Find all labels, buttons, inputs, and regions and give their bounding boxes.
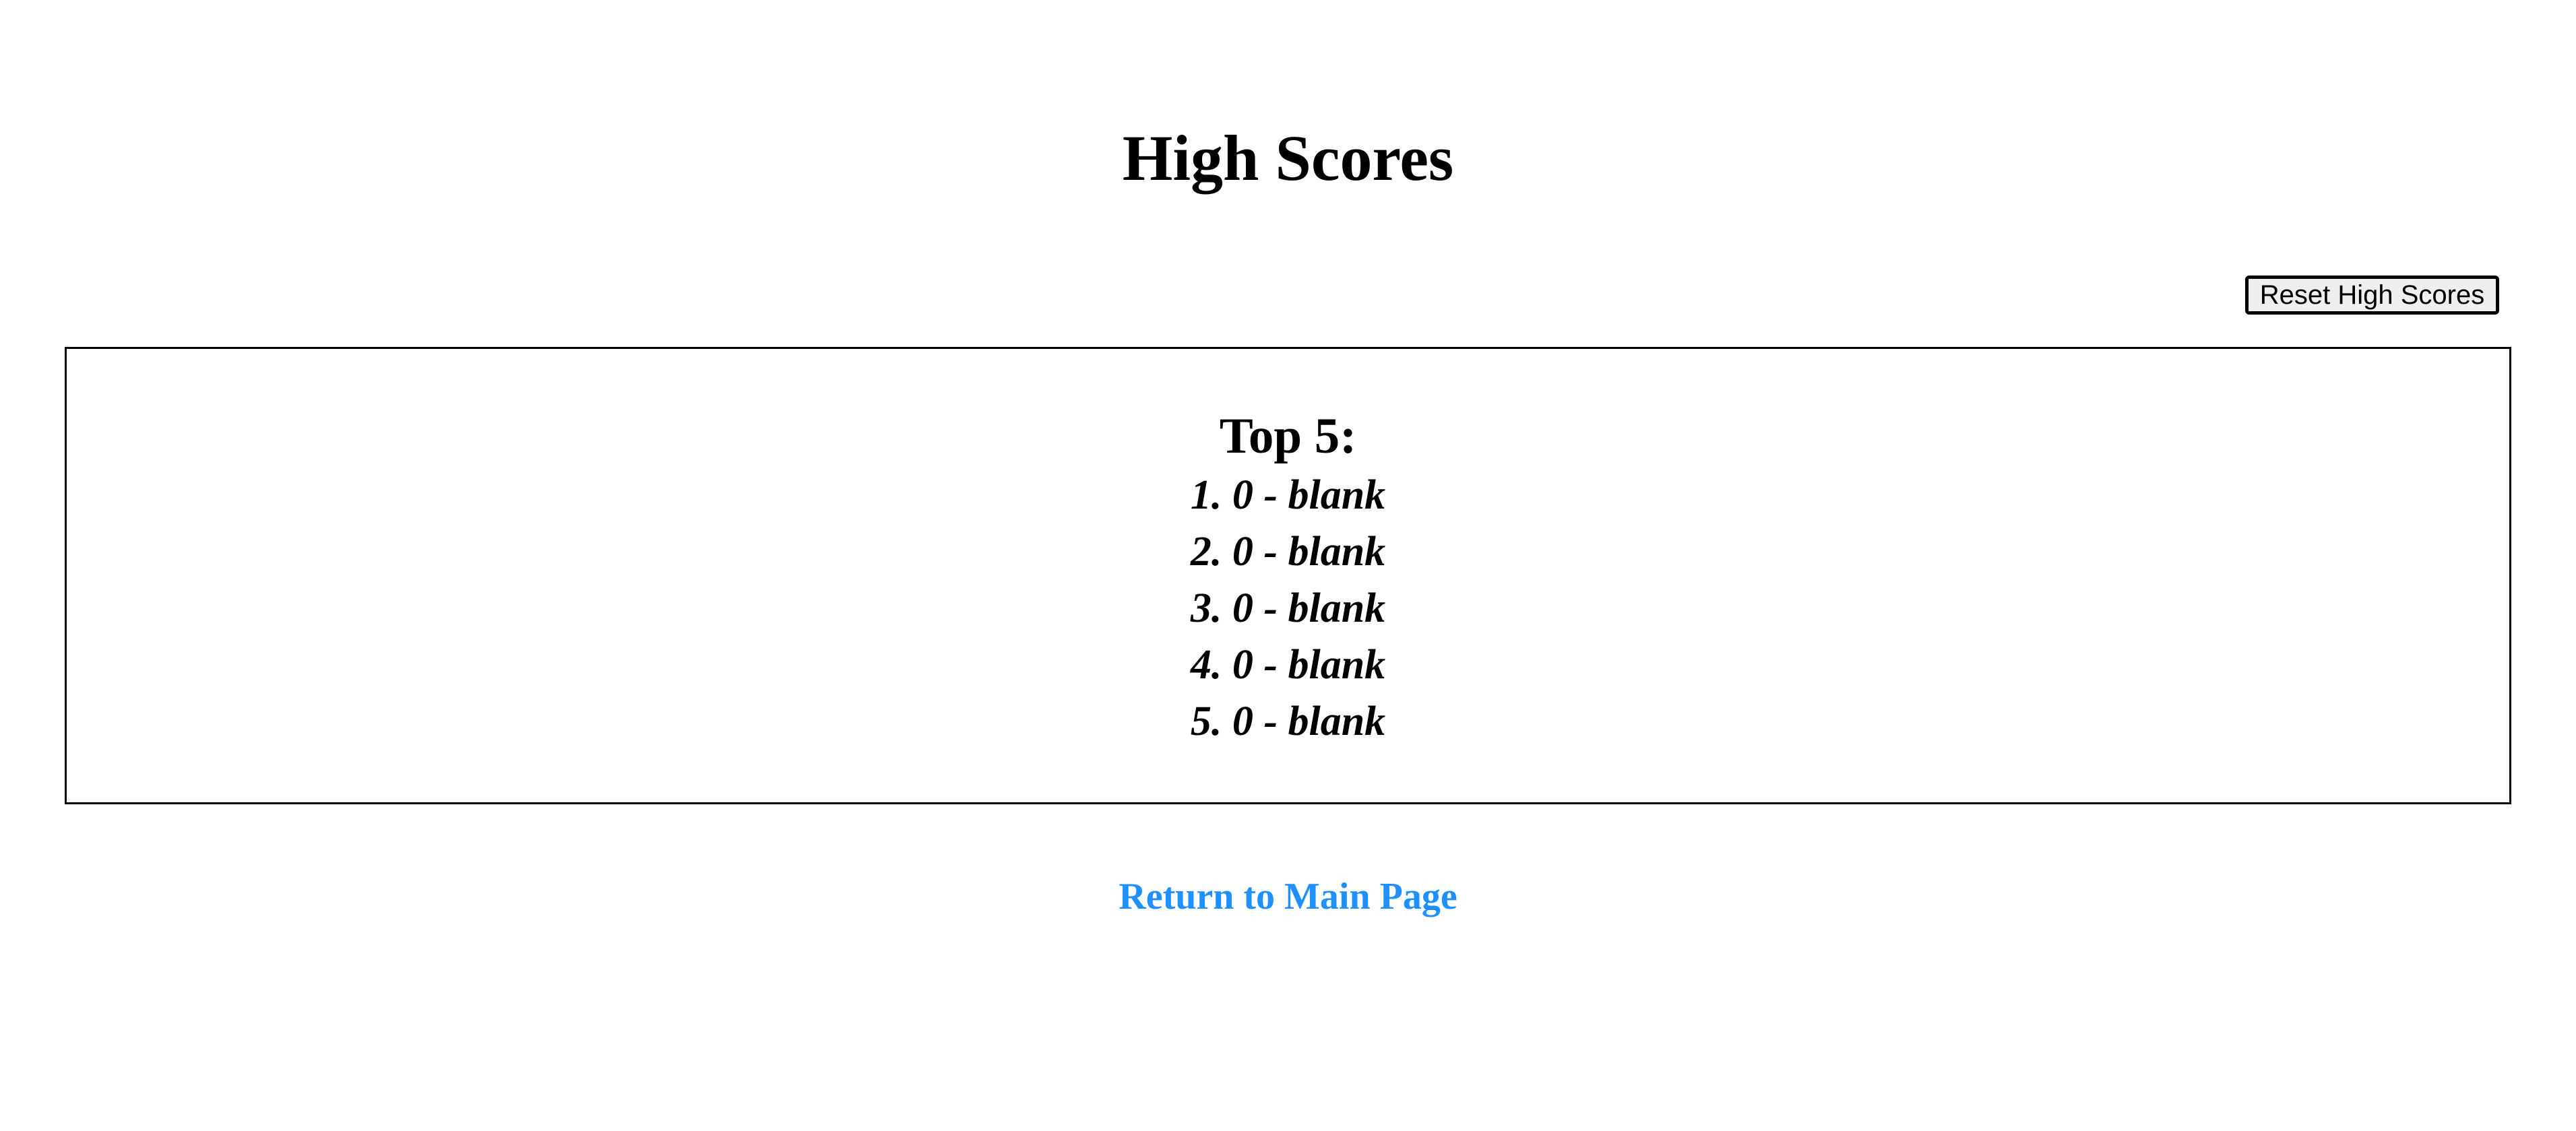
- score-entry-2: 2. 0 - blank: [67, 523, 2509, 580]
- score-rank: 1.: [1190, 472, 1222, 518]
- score-value: 0: [1232, 472, 1253, 518]
- score-separator: -: [1263, 472, 1278, 518]
- return-to-main-page-link[interactable]: Return to Main Page: [1119, 876, 1457, 917]
- score-separator: -: [1263, 585, 1278, 631]
- score-rank: 2.: [1190, 529, 1222, 575]
- return-link-container: Return to Main Page: [0, 872, 2576, 921]
- score-separator: -: [1263, 642, 1278, 688]
- score-value: 0: [1232, 585, 1253, 631]
- score-entry-3: 3. 0 - blank: [67, 580, 2509, 637]
- score-separator: -: [1263, 699, 1278, 744]
- score-entry-4: 4. 0 - blank: [67, 637, 2509, 693]
- page-title: High Scores: [1122, 122, 1454, 194]
- scores-panel: Top 5: 1. 0 - blank 2. 0 - blank 3. 0 - …: [65, 347, 2511, 804]
- scores-list: 1. 0 - blank 2. 0 - blank 3. 0 - blank 4…: [67, 467, 2509, 750]
- score-rank: 4.: [1190, 642, 1222, 688]
- scores-heading: Top 5:: [1219, 408, 1357, 464]
- score-name: blank: [1288, 472, 1386, 518]
- score-value: 0: [1232, 642, 1253, 688]
- score-rank: 3.: [1190, 585, 1222, 631]
- score-name: blank: [1288, 642, 1386, 688]
- reset-high-scores-button[interactable]: Reset High Scores: [2245, 276, 2499, 315]
- score-rank: 5.: [1190, 699, 1222, 744]
- score-name: blank: [1288, 699, 1386, 744]
- score-entry-1: 1. 0 - blank: [67, 467, 2509, 523]
- score-name: blank: [1288, 585, 1386, 631]
- score-entry-5: 5. 0 - blank: [67, 693, 2509, 750]
- score-value: 0: [1232, 699, 1253, 744]
- score-separator: -: [1263, 529, 1278, 575]
- score-value: 0: [1232, 529, 1253, 575]
- score-name: blank: [1288, 529, 1386, 575]
